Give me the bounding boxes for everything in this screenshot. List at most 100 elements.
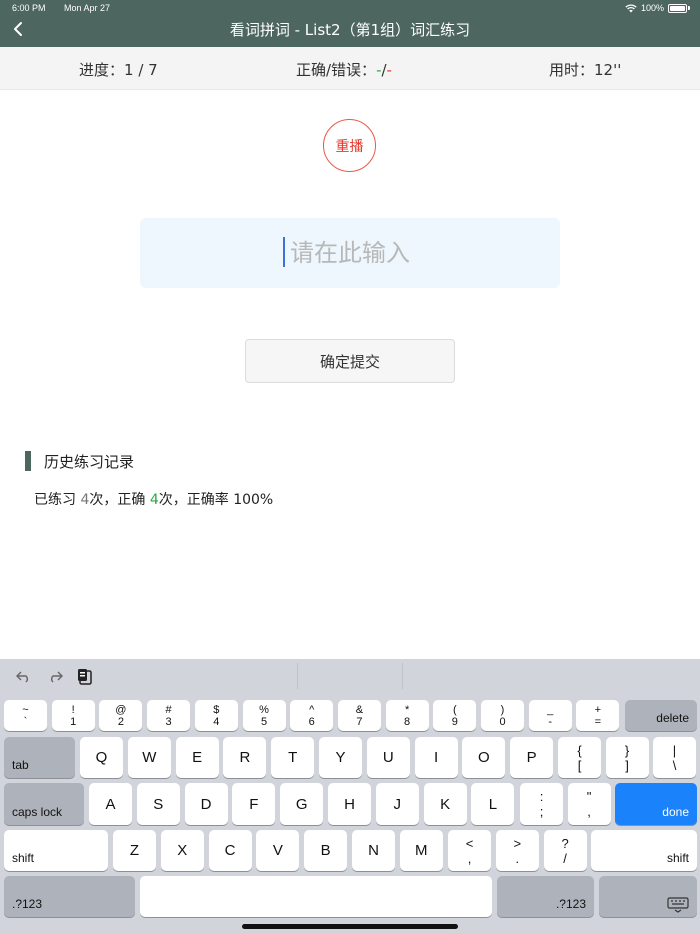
top-bar: 6:00 PM Mon Apr 27 100% 看词拼词 - List2（第1组… — [0, 0, 700, 47]
right-shift-key[interactable]: shift — [591, 830, 697, 871]
assist-divider — [297, 663, 298, 689]
numbers-key-right[interactable]: .?123 — [497, 876, 594, 917]
key-,[interactable]: ", — [567, 783, 611, 825]
key-f[interactable]: F — [232, 783, 276, 825]
key-label: # — [165, 703, 172, 716]
key-5[interactable]: % 5 — [242, 700, 286, 731]
back-button[interactable] — [6, 17, 30, 41]
left-shift-key[interactable]: shift — [4, 830, 108, 871]
key-label: \ — [672, 757, 677, 773]
delete-key[interactable]: delete — [625, 700, 697, 731]
key-label: . — [515, 850, 520, 866]
key-i[interactable]: I — [414, 737, 458, 778]
key-7[interactable]: & 7 — [337, 700, 381, 731]
key-label: R — [239, 749, 251, 766]
history-prefix: 已练习 — [34, 492, 81, 508]
key-o[interactable]: O — [462, 737, 506, 778]
key-c[interactable]: C — [208, 830, 252, 871]
key-;[interactable]: :; — [520, 783, 563, 825]
key-label: : — [539, 789, 544, 804]
key-label: A — [105, 795, 116, 813]
key-r[interactable]: R — [223, 737, 267, 778]
correct-wrong-label: 正确/错误： — [296, 61, 377, 79]
key-s[interactable]: S — [136, 783, 180, 825]
key-4[interactable]: $4 — [194, 700, 238, 731]
caps-lock-key[interactable]: caps lock — [4, 783, 84, 825]
key-l[interactable]: L — [471, 783, 515, 825]
key-u[interactable]: U — [366, 737, 410, 778]
paste-icon[interactable] — [74, 667, 96, 687]
tab-key[interactable]: tab — [4, 737, 75, 778]
done-key[interactable]: done — [615, 783, 697, 825]
key-=[interactable]: + = — [576, 700, 620, 731]
key-label: $ — [213, 703, 220, 716]
key-x[interactable]: X — [160, 830, 204, 871]
submit-button[interactable]: 确定提交 — [245, 339, 455, 383]
key-.[interactable]: >. — [495, 830, 539, 871]
key-label: , — [587, 804, 591, 819]
key-label: N — [368, 842, 379, 859]
key-,[interactable]: <, — [448, 830, 491, 871]
answer-input[interactable] — [140, 218, 560, 288]
undo-icon[interactable] — [13, 667, 35, 687]
hide-keyboard-key[interactable] — [599, 876, 697, 917]
status-bar: 6:00 PM Mon Apr 27 100% — [12, 3, 690, 15]
key-label: { — [577, 742, 582, 758]
numbers-key-left[interactable]: .?123 — [4, 876, 135, 917]
key-][interactable]: }] — [605, 737, 649, 778]
key-1[interactable]: ! 1 — [51, 700, 95, 731]
key-w[interactable]: W — [127, 737, 171, 778]
key-p[interactable]: P — [510, 737, 554, 778]
key-label: C — [224, 842, 236, 859]
key-e[interactable]: E — [175, 737, 219, 778]
key-label: % — [259, 703, 269, 716]
key-9[interactable]: (9 — [433, 700, 477, 731]
key-b[interactable]: B — [304, 830, 348, 871]
accuracy-rate: 100% — [233, 492, 274, 508]
key--[interactable]: _ - — [528, 700, 572, 731]
key-label: _ — [547, 703, 554, 716]
redo-icon[interactable] — [44, 667, 66, 687]
key-`[interactable]: ~ ` — [4, 700, 47, 731]
key-d[interactable]: D — [184, 783, 228, 825]
key-n[interactable]: N — [352, 830, 395, 871]
text-caret — [283, 237, 285, 267]
key-2[interactable]: @2 — [99, 700, 143, 731]
key-[[interactable]: {[ — [558, 737, 601, 778]
history-header: 历史练习记录 — [25, 451, 134, 471]
key-q[interactable]: Q — [80, 737, 123, 778]
replay-button[interactable]: 重播 — [323, 119, 376, 172]
correct-total: 4 — [149, 492, 159, 508]
key-label: 8 — [404, 715, 411, 728]
key-t[interactable]: T — [271, 737, 315, 778]
key-label: shift — [666, 851, 689, 865]
key-label: E — [192, 749, 203, 766]
key-label: Q — [95, 749, 108, 766]
key-label: F — [249, 795, 259, 813]
history-title: 历史练习记录 — [44, 452, 135, 471]
key-z[interactable]: Z — [113, 830, 156, 871]
key-label: 5 — [260, 715, 268, 728]
key-k[interactable]: K — [423, 783, 467, 825]
key-label: 9 — [451, 715, 458, 728]
key-0[interactable]: ) 0 — [481, 700, 524, 731]
key-v[interactable]: V — [256, 830, 300, 871]
key-label: .?123 — [12, 897, 43, 911]
key-j[interactable]: J — [375, 783, 419, 825]
key-g[interactable]: G — [280, 783, 324, 825]
key-6[interactable]: ^ 6 — [290, 700, 334, 731]
key-8[interactable]: * 8 — [385, 700, 429, 731]
key-/[interactable]: ? / — [543, 830, 587, 871]
history-mid: 次，正确 — [89, 492, 150, 508]
key-\[interactable]: | \ — [653, 737, 696, 778]
key-a[interactable]: A — [89, 783, 132, 825]
space-key[interactable] — [140, 876, 492, 917]
onscreen-keyboard: ~ `! 1 @2 #3 $4% 5 ^ 6 & 7 * 8(9) 0 _ - + = delete tab Q W E R T… — [0, 659, 700, 934]
key-label: , — [467, 850, 472, 866]
key-y[interactable]: Y — [319, 737, 362, 778]
key-h[interactable]: H — [328, 783, 371, 825]
key-label: ^ — [309, 703, 315, 716]
wrong-count: - — [386, 61, 392, 79]
key-m[interactable]: M — [399, 830, 443, 871]
key-3[interactable]: #3 — [147, 700, 191, 731]
